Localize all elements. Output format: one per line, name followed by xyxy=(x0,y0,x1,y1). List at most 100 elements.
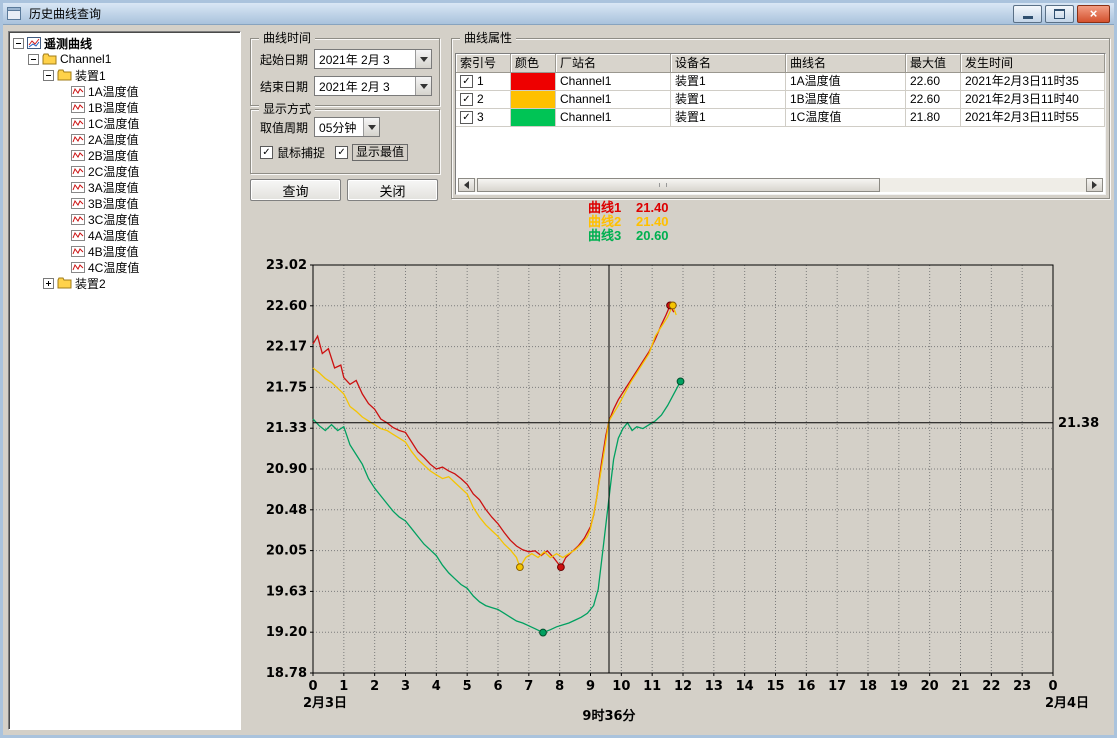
end-date-row: 结束日期 2021年 2月 3 xyxy=(260,76,432,96)
tree-item-label: 4B温度值 xyxy=(88,243,139,260)
show-extremes-checkbox-box[interactable]: ✓ xyxy=(335,146,348,159)
tree-item[interactable]: 2B温度值 xyxy=(9,147,240,163)
period-value: 05分钟 xyxy=(315,118,363,136)
tree-item[interactable]: 3C温度值 xyxy=(9,211,240,227)
tree-item[interactable]: 1A温度值 xyxy=(9,83,240,99)
curve-index: 3 xyxy=(477,109,484,126)
period-select[interactable]: 05分钟 xyxy=(314,117,380,137)
extreme-marker xyxy=(516,564,523,571)
curve-visibility-checkbox[interactable]: ✓ xyxy=(460,111,473,124)
y-tick-label: 23.02 xyxy=(266,258,307,273)
end-date-dropdown-button[interactable] xyxy=(415,77,431,95)
curve-visibility-checkbox[interactable]: ✓ xyxy=(460,75,473,88)
scroll-left-button[interactable] xyxy=(458,178,475,192)
start-date-value: 2021年 2月 3 xyxy=(315,50,415,68)
x-tick-label: 18 xyxy=(859,679,877,694)
mouse-capture-checkbox[interactable]: ✓ 鼠标捕捉 xyxy=(260,144,325,161)
curve-row-index-cell: ✓3 xyxy=(456,109,511,127)
tree-item[interactable]: Channel1 xyxy=(9,51,240,67)
start-date-row: 起始日期 2021年 2月 3 xyxy=(260,49,432,69)
tree-item[interactable]: 3A温度值 xyxy=(9,179,240,195)
tree-item[interactable]: 遥测曲线 xyxy=(9,35,240,51)
scrollbar-track[interactable] xyxy=(475,178,1086,192)
scroll-right-button[interactable] xyxy=(1086,178,1103,192)
tree-item[interactable]: 1C温度值 xyxy=(9,115,240,131)
legend-name: 曲线2 xyxy=(588,215,636,229)
legend-item: 曲线121.40 xyxy=(588,201,669,215)
maximize-button[interactable] xyxy=(1045,5,1074,23)
tree-expander[interactable] xyxy=(13,38,24,49)
x-tick-label: 9 xyxy=(586,679,595,694)
period-dropdown-button[interactable] xyxy=(363,118,379,136)
column-header[interactable]: 索引号 xyxy=(456,54,511,73)
x-tick-label: 11 xyxy=(643,679,661,694)
device-name: 装置1 xyxy=(671,73,786,91)
query-button[interactable]: 查询 xyxy=(250,179,341,201)
curve-visibility-checkbox[interactable]: ✓ xyxy=(460,93,473,106)
x-tick-label: 16 xyxy=(797,679,815,694)
tree-expander[interactable] xyxy=(28,54,39,65)
curve-name: 1C温度值 xyxy=(786,109,906,127)
curve-icon xyxy=(71,118,85,129)
tree-item-label: 遥测曲线 xyxy=(44,35,92,52)
extreme-marker xyxy=(669,302,676,309)
show-extremes-checkbox[interactable]: ✓ 显示最值 xyxy=(335,144,408,161)
close-dialog-button[interactable]: 关闭 xyxy=(347,179,438,201)
minimize-button[interactable] xyxy=(1013,5,1042,23)
y-tick-label: 20.48 xyxy=(266,503,307,518)
horizontal-scrollbar[interactable] xyxy=(458,178,1103,192)
column-header[interactable]: 厂站名 xyxy=(556,54,671,73)
start-date-picker[interactable]: 2021年 2月 3 xyxy=(314,49,432,69)
legend-item: 曲线221.40 xyxy=(588,215,669,229)
tree-item-label: 2B温度值 xyxy=(88,147,139,164)
column-header[interactable]: 颜色 xyxy=(511,54,556,73)
tree-item[interactable]: 4C温度值 xyxy=(9,259,240,275)
x-tick-label: 5 xyxy=(463,679,472,694)
curve-color-swatch xyxy=(511,91,556,109)
end-date-picker[interactable]: 2021年 2月 3 xyxy=(314,76,432,96)
column-header[interactable]: 曲线名 xyxy=(786,54,906,73)
curve-icon xyxy=(71,230,85,241)
date-label-right: 2月4日 xyxy=(1045,696,1089,711)
tree-item[interactable]: 2A温度值 xyxy=(9,131,240,147)
app-window: 历史曲线查询 × 遥测曲线Channel1装置11A温度值1B温度值1C温度值2… xyxy=(0,0,1117,738)
scrollbar-thumb[interactable] xyxy=(477,178,880,192)
folder-icon xyxy=(42,53,57,65)
column-header[interactable]: 发生时间 xyxy=(961,54,1105,73)
extreme-marker xyxy=(558,564,565,571)
extreme-marker xyxy=(540,629,547,636)
tree-item[interactable]: 装置2 xyxy=(9,275,240,291)
tree-item-label: 4C温度值 xyxy=(88,259,139,276)
tree-item-label: 装置2 xyxy=(75,275,106,292)
tree-item[interactable]: 3B温度值 xyxy=(9,195,240,211)
column-header[interactable]: 设备名 xyxy=(671,54,786,73)
tree-item[interactable]: 2C温度值 xyxy=(9,163,240,179)
curve-icon xyxy=(71,134,85,145)
curve-line-3 xyxy=(313,381,681,632)
tree-expander[interactable] xyxy=(43,278,54,289)
max-value: 22.60 xyxy=(906,91,961,109)
tree-item[interactable]: 4A温度值 xyxy=(9,227,240,243)
tree-item[interactable]: 装置1 xyxy=(9,67,240,83)
show-extremes-label: 显示最值 xyxy=(352,144,408,161)
time-groupbox: 曲线时间 起始日期 2021年 2月 3 结束日期 2021年 2月 3 xyxy=(250,38,440,106)
x-tick-label: 13 xyxy=(705,679,723,694)
titlebar: 历史曲线查询 × xyxy=(3,3,1114,25)
tree-item-label: 3B温度值 xyxy=(88,195,139,212)
x-tick-label: 23 xyxy=(1013,679,1031,694)
column-header[interactable]: 最大值 xyxy=(906,54,961,73)
tree-item[interactable]: 4B温度值 xyxy=(9,243,240,259)
display-group-title: 显示方式 xyxy=(259,102,315,116)
curve-icon xyxy=(71,86,85,97)
start-date-dropdown-button[interactable] xyxy=(415,50,431,68)
x-tick-label: 21 xyxy=(951,679,969,694)
tree-expander[interactable] xyxy=(43,70,54,81)
tree-item[interactable]: 1B温度值 xyxy=(9,99,240,115)
mouse-capture-checkbox-box[interactable]: ✓ xyxy=(260,146,273,159)
x-tick-label: 15 xyxy=(766,679,784,694)
max-value: 21.80 xyxy=(906,109,961,127)
display-groupbox: 显示方式 取值周期 05分钟 ✓ 鼠标捕捉 ✓ 显示最值 xyxy=(250,109,440,174)
max-value: 22.60 xyxy=(906,73,961,91)
close-button[interactable]: × xyxy=(1077,5,1110,23)
station-name: Channel1 xyxy=(556,91,671,109)
